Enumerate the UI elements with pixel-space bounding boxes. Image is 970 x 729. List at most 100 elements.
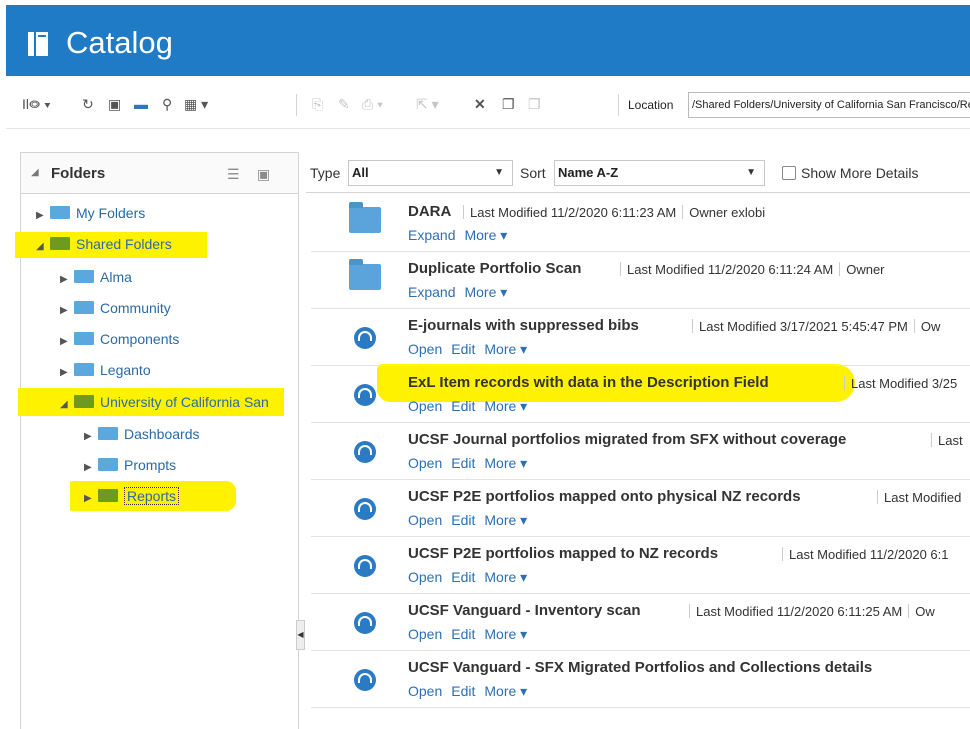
more-link[interactable]: More ▾ xyxy=(464,227,507,243)
item-meta: Last Modified 3/17/2021 5:45:47 PM Ow xyxy=(686,319,940,334)
list-item[interactable]: UCSF Vanguard - Inventory scan Last Modi… xyxy=(311,594,970,651)
list-item[interactable]: E-journals with suppressed bibs Last Mod… xyxy=(311,309,970,366)
open-link[interactable]: Open xyxy=(408,341,442,357)
tree-item-shared-folders[interactable]: ◢ Shared Folders xyxy=(36,233,172,255)
open-link[interactable]: Open xyxy=(408,626,442,642)
expand-icon: ▶ xyxy=(36,210,44,221)
location-field[interactable]: /Shared Folders/University of California… xyxy=(688,92,970,118)
tree-item-components[interactable]: ▶ Components xyxy=(60,328,179,350)
copy-icon[interactable]: ⎘ xyxy=(312,94,323,114)
analysis-icon xyxy=(354,441,376,463)
edit-link[interactable]: Edit xyxy=(451,569,475,585)
edit-icon[interactable]: ✎ xyxy=(338,94,350,114)
item-name[interactable]: ExL Item records with data in the Descri… xyxy=(408,374,769,391)
item-name[interactable]: E-journals with suppressed bibs xyxy=(408,317,639,334)
paste-icon[interactable]: ❐ xyxy=(528,94,541,114)
list-item[interactable]: UCSF Journal portfolios migrated from SF… xyxy=(311,423,970,480)
toolbar-separator xyxy=(296,94,297,116)
item-name[interactable]: UCSF P2E portfolios mapped to NZ records xyxy=(408,545,718,562)
collapse-triangle-icon[interactable]: ◢ xyxy=(31,167,39,178)
refresh-icon[interactable]: ↻ xyxy=(82,94,94,114)
folder-icon xyxy=(50,237,70,250)
filter-bar: Type All ▼ Sort Name A-Z ▼ Show More Detai… xyxy=(306,152,970,193)
more-link[interactable]: More ▾ xyxy=(464,284,507,300)
more-link[interactable]: More ▾ xyxy=(484,512,527,528)
edit-link[interactable]: Edit xyxy=(451,512,475,528)
tree-item-alma[interactable]: ▶ Alma xyxy=(60,266,132,288)
item-actions: Open Edit More ▾ xyxy=(408,626,536,643)
folder-icon xyxy=(74,395,94,408)
edit-link[interactable]: Edit xyxy=(451,398,475,414)
edit-link[interactable]: Edit xyxy=(451,683,475,699)
expand-icon: ▶ xyxy=(84,493,92,504)
more-link[interactable]: More ▾ xyxy=(484,569,527,585)
dropdown-arrow-icon: ▼ xyxy=(746,167,756,178)
item-name[interactable]: DARA xyxy=(408,203,451,220)
open-link[interactable]: Open xyxy=(408,455,442,471)
book-icon xyxy=(28,32,48,56)
open-link[interactable]: Open xyxy=(408,569,442,585)
tree-item-reports[interactable]: ▶ Reports xyxy=(84,485,180,507)
expand-all-icon[interactable]: ☰ xyxy=(227,166,240,183)
pane-splitter-handle[interactable]: ◀ xyxy=(296,620,305,650)
folder-icon xyxy=(74,301,94,314)
item-meta: Last Modified xyxy=(871,490,961,505)
new-folder-icon[interactable]: ▬ xyxy=(134,94,148,114)
grid-view-icon[interactable]: ▦ ▾ xyxy=(184,94,208,114)
edit-link[interactable]: Edit xyxy=(451,341,475,357)
list-item[interactable]: UCSF P2E portfolios mapped to NZ records… xyxy=(311,537,970,594)
tree-item-dashboards[interactable]: ▶ Dashboards xyxy=(84,423,200,445)
list-item[interactable]: ExL Item records with data in the Descri… xyxy=(311,366,970,423)
expand-link[interactable]: Expand xyxy=(408,227,455,243)
list-item[interactable]: Duplicate Portfolio Scan Last Modified 1… xyxy=(311,252,970,309)
item-name[interactable]: UCSF Journal portfolios migrated from SF… xyxy=(408,431,846,448)
item-name[interactable]: UCSF P2E portfolios mapped onto physical… xyxy=(408,488,801,505)
tree-item-community[interactable]: ▶ Community xyxy=(60,297,171,319)
list-item[interactable]: UCSF P2E portfolios mapped onto physical… xyxy=(311,480,970,537)
folders-panel-header: ◢ Folders ☰ ▣ xyxy=(21,153,298,194)
item-actions: Expand More ▾ xyxy=(408,284,516,301)
type-select[interactable]: All ▼ xyxy=(348,160,513,186)
tree-item-leganto[interactable]: ▶ Leganto xyxy=(60,359,151,381)
show-more-details-label: Show More Details xyxy=(801,165,919,181)
sort-select[interactable]: Name A-Z ▼ xyxy=(554,160,765,186)
view-options-icon[interactable]: Il⭖ ▾ xyxy=(22,94,51,114)
more-link[interactable]: More ▾ xyxy=(484,626,527,642)
favorite-folder-icon[interactable]: ▣ xyxy=(257,166,270,183)
item-meta: Last Modified 11/2/2020 6:11:25 AM Ow xyxy=(683,604,935,619)
more-link[interactable]: More ▾ xyxy=(484,341,527,357)
more-link[interactable]: More ▾ xyxy=(484,683,527,699)
type-label: Type xyxy=(310,165,341,181)
item-meta: Last Modified 11/2/2020 6:1 xyxy=(776,547,949,562)
list-item[interactable]: DARA Last Modified 11/2/2020 6:11:23 AM O… xyxy=(311,195,970,252)
show-more-details-checkbox[interactable] xyxy=(782,166,796,180)
folder-icon xyxy=(98,458,118,471)
list-item[interactable]: UCSF Vanguard - SFX Migrated Portfolios … xyxy=(311,651,970,708)
tree-item-university-of-california[interactable]: ◢ University of California San xyxy=(60,391,269,413)
item-name[interactable]: Duplicate Portfolio Scan xyxy=(408,260,581,277)
item-actions: Open Edit More ▾ xyxy=(408,341,536,358)
open-link[interactable]: Open xyxy=(408,398,442,414)
item-name[interactable]: UCSF Vanguard - SFX Migrated Portfolios … xyxy=(408,659,872,676)
catalog-toolbar: Il⭖ ▾ ↻ ▣ ▬ ⚲ ▦ ▾ ⎘ ✎ ⎙ ▾ ⇱ ▾ ✕ ❐ ❐ Loca… xyxy=(6,82,970,129)
export-icon[interactable]: ⇱ ▾ xyxy=(416,94,439,114)
more-link[interactable]: More ▾ xyxy=(484,455,527,471)
copy-file-icon[interactable]: ❐ xyxy=(502,94,515,114)
edit-link[interactable]: Edit xyxy=(451,626,475,642)
open-link[interactable]: Open xyxy=(408,683,442,699)
dropdown-arrow-icon: ▼ xyxy=(494,167,504,178)
print-icon[interactable]: ⎙ ▾ xyxy=(362,94,383,114)
item-meta: Last Modified 11/2/2020 6:11:24 AM Owner xyxy=(614,262,885,277)
search-icon[interactable]: ⚲ xyxy=(162,94,172,114)
tree-item-prompts[interactable]: ▶ Prompts xyxy=(84,454,176,476)
folder-icon xyxy=(50,206,70,219)
expand-icon: ▶ xyxy=(84,462,92,473)
more-link[interactable]: More ▾ xyxy=(484,398,527,414)
tree-item-my-folders[interactable]: ▶ My Folders xyxy=(36,202,145,224)
delete-icon[interactable]: ✕ xyxy=(474,94,486,114)
upload-icon[interactable]: ▣ xyxy=(108,94,121,114)
expand-link[interactable]: Expand xyxy=(408,284,455,300)
open-link[interactable]: Open xyxy=(408,512,442,528)
edit-link[interactable]: Edit xyxy=(451,455,475,471)
item-name[interactable]: UCSF Vanguard - Inventory scan xyxy=(408,602,641,619)
